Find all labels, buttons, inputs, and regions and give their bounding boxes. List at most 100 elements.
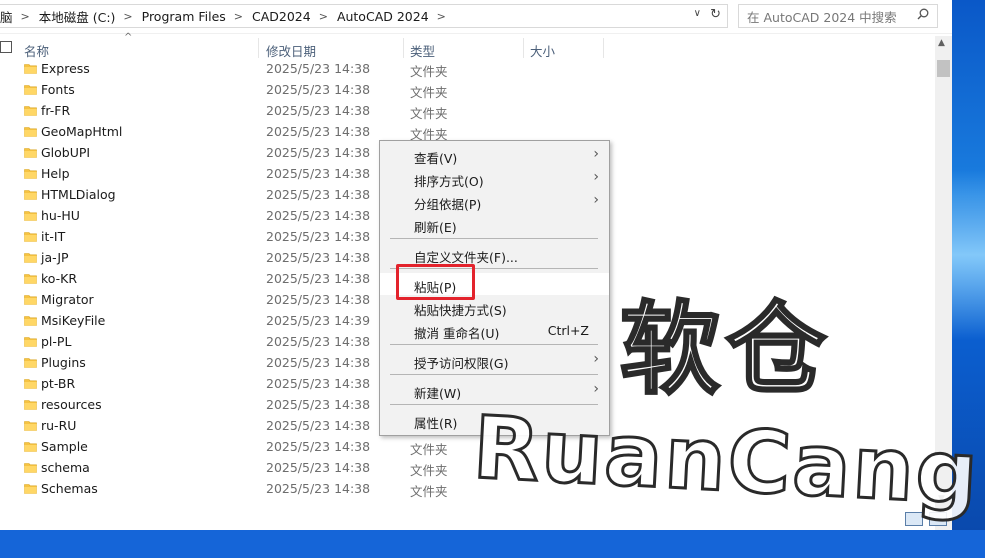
scrollbar-thumb[interactable] [937,60,950,77]
file-name: pl-PL [41,334,72,349]
file-date: 2025/5/23 14:38 [266,481,371,496]
file-name: ru-RU [41,418,77,433]
breadcrumb: 脑 > 本地磁盘 (C:) > Program Files > CAD2024 > Au… [0,7,455,26]
column-divider[interactable] [603,38,604,58]
menu-item-give-access[interactable]: 授予访问权限(G) › [380,349,609,371]
menu-item-new[interactable]: 新建(W) › [380,379,609,401]
chevron-right-icon[interactable]: > [123,10,132,23]
chevron-right-icon: › [593,169,599,185]
folder-icon [24,232,37,242]
file-date: 2025/5/23 14:38 [266,376,371,391]
chevron-right-icon[interactable]: > [21,10,30,23]
file-date: 2025/5/23 14:38 [266,334,371,349]
file-date: 2025/5/23 14:38 [266,250,371,265]
file-date: 2025/5/23 14:38 [266,166,371,181]
select-all-checkbox[interactable] [0,41,12,53]
column-divider[interactable] [258,38,259,58]
scroll-up-icon[interactable]: ▲ [938,38,945,48]
chevron-right-icon[interactable]: > [234,10,243,23]
column-divider[interactable] [523,38,524,58]
menu-separator [390,374,598,375]
table-row[interactable]: Express 2025/5/23 14:38 文件夹 [0,58,935,79]
folder-icon [24,316,37,326]
sort-ascending-icon: ^ [124,32,133,43]
file-date: 2025/5/23 14:38 [266,145,371,160]
file-name: GlobUPI [41,145,91,160]
highlight-box [396,264,475,300]
file-date: 2025/5/23 14:38 [266,397,371,412]
file-name: Sample [41,439,88,454]
file-type: 文件夹 [410,463,448,478]
file-date: 2025/5/23 14:38 [266,460,371,475]
file-date: 2025/5/23 14:38 [266,292,371,307]
address-bar[interactable]: 脑 > 本地磁盘 (C:) > Program Files > CAD2024 > Au… [0,4,728,28]
table-row[interactable]: fr-FR 2025/5/23 14:38 文件夹 [0,100,935,121]
file-date: 2025/5/23 14:38 [266,355,371,370]
file-date: 2025/5/23 14:38 [266,103,371,118]
folder-icon [24,442,37,452]
file-name: Express [41,61,90,76]
search-input[interactable]: 在 AutoCAD 2024 中搜索 [738,4,938,28]
file-name: HTMLDialog [41,187,116,202]
menu-item-undo-rename[interactable]: 撤消 重命名(U) Ctrl+Z [380,319,609,341]
file-name: resources [41,397,102,412]
shortcut-label: Ctrl+Z [547,323,589,338]
file-name: Plugins [41,355,86,370]
folder-icon [24,463,37,473]
folder-icon [24,379,37,389]
table-row[interactable]: GeoMapHtml 2025/5/23 14:38 文件夹 [0,121,935,142]
file-name: Fonts [41,82,75,97]
file-date: 2025/5/23 14:38 [266,208,371,223]
search-icon [917,8,929,20]
menu-item-group[interactable]: 分组依据(P) › [380,190,609,212]
folder-icon [24,64,37,74]
file-name: it-IT [41,229,66,244]
breadcrumb-item-c-drive[interactable]: 本地磁盘 (C:) [39,7,116,26]
breadcrumb-item-cad2024[interactable]: CAD2024 [252,9,311,24]
column-divider[interactable] [403,38,404,58]
folder-icon [24,400,37,410]
folder-icon [24,421,37,431]
file-type: 文件夹 [410,85,448,100]
address-row: 脑 > 本地磁盘 (C:) > Program Files > CAD2024 > Au… [0,0,952,34]
watermark-cn: 软仓 [619,290,832,410]
search-placeholder: 在 AutoCAD 2024 中搜索 [747,9,897,25]
file-name: pt-BR [41,376,76,391]
address-dropdown-icon[interactable]: ∨ [694,8,701,19]
breadcrumb-item-pc[interactable]: 脑 [0,7,13,26]
menu-item-view[interactable]: 查看(V) › [380,144,609,166]
folder-icon [24,127,37,137]
table-row[interactable]: Fonts 2025/5/23 14:38 文件夹 [0,79,935,100]
chevron-right-icon[interactable]: > [319,10,328,23]
menu-item-sort[interactable]: 排序方式(O) › [380,167,609,189]
menu-separator [390,344,598,345]
menu-item-refresh[interactable]: 刷新(E) [380,213,609,235]
file-date: 2025/5/23 14:38 [266,439,371,454]
menu-item-customize-folder[interactable]: 自定义文件夹(F)... [380,243,609,265]
folder-icon [24,253,37,263]
breadcrumb-item-autocad-2024[interactable]: AutoCAD 2024 [337,9,429,24]
folder-icon [24,358,37,368]
taskbar [0,530,985,558]
folder-icon [24,295,37,305]
file-date: 2025/5/23 14:38 [266,82,371,97]
folder-icon [24,211,37,221]
chevron-right-icon[interactable]: > [437,10,446,23]
file-name: schema [41,460,90,475]
file-name: fr-FR [41,103,71,118]
file-name: Schemas [41,481,98,496]
chevron-right-icon: › [593,146,599,162]
folder-icon [24,337,37,347]
file-name: GeoMapHtml [41,124,123,139]
folder-icon [24,190,37,200]
column-header: ^ 名称 修改日期 类型 大小 [0,32,935,60]
folder-icon [24,106,37,116]
file-type: 文件夹 [410,442,448,457]
breadcrumb-item-program-files[interactable]: Program Files [142,9,226,24]
menu-separator [390,238,598,239]
folder-icon [24,169,37,179]
refresh-icon[interactable]: ↻ [710,7,721,22]
file-type: 文件夹 [410,484,448,499]
file-name: Help [41,166,70,181]
chevron-right-icon: › [593,381,599,397]
